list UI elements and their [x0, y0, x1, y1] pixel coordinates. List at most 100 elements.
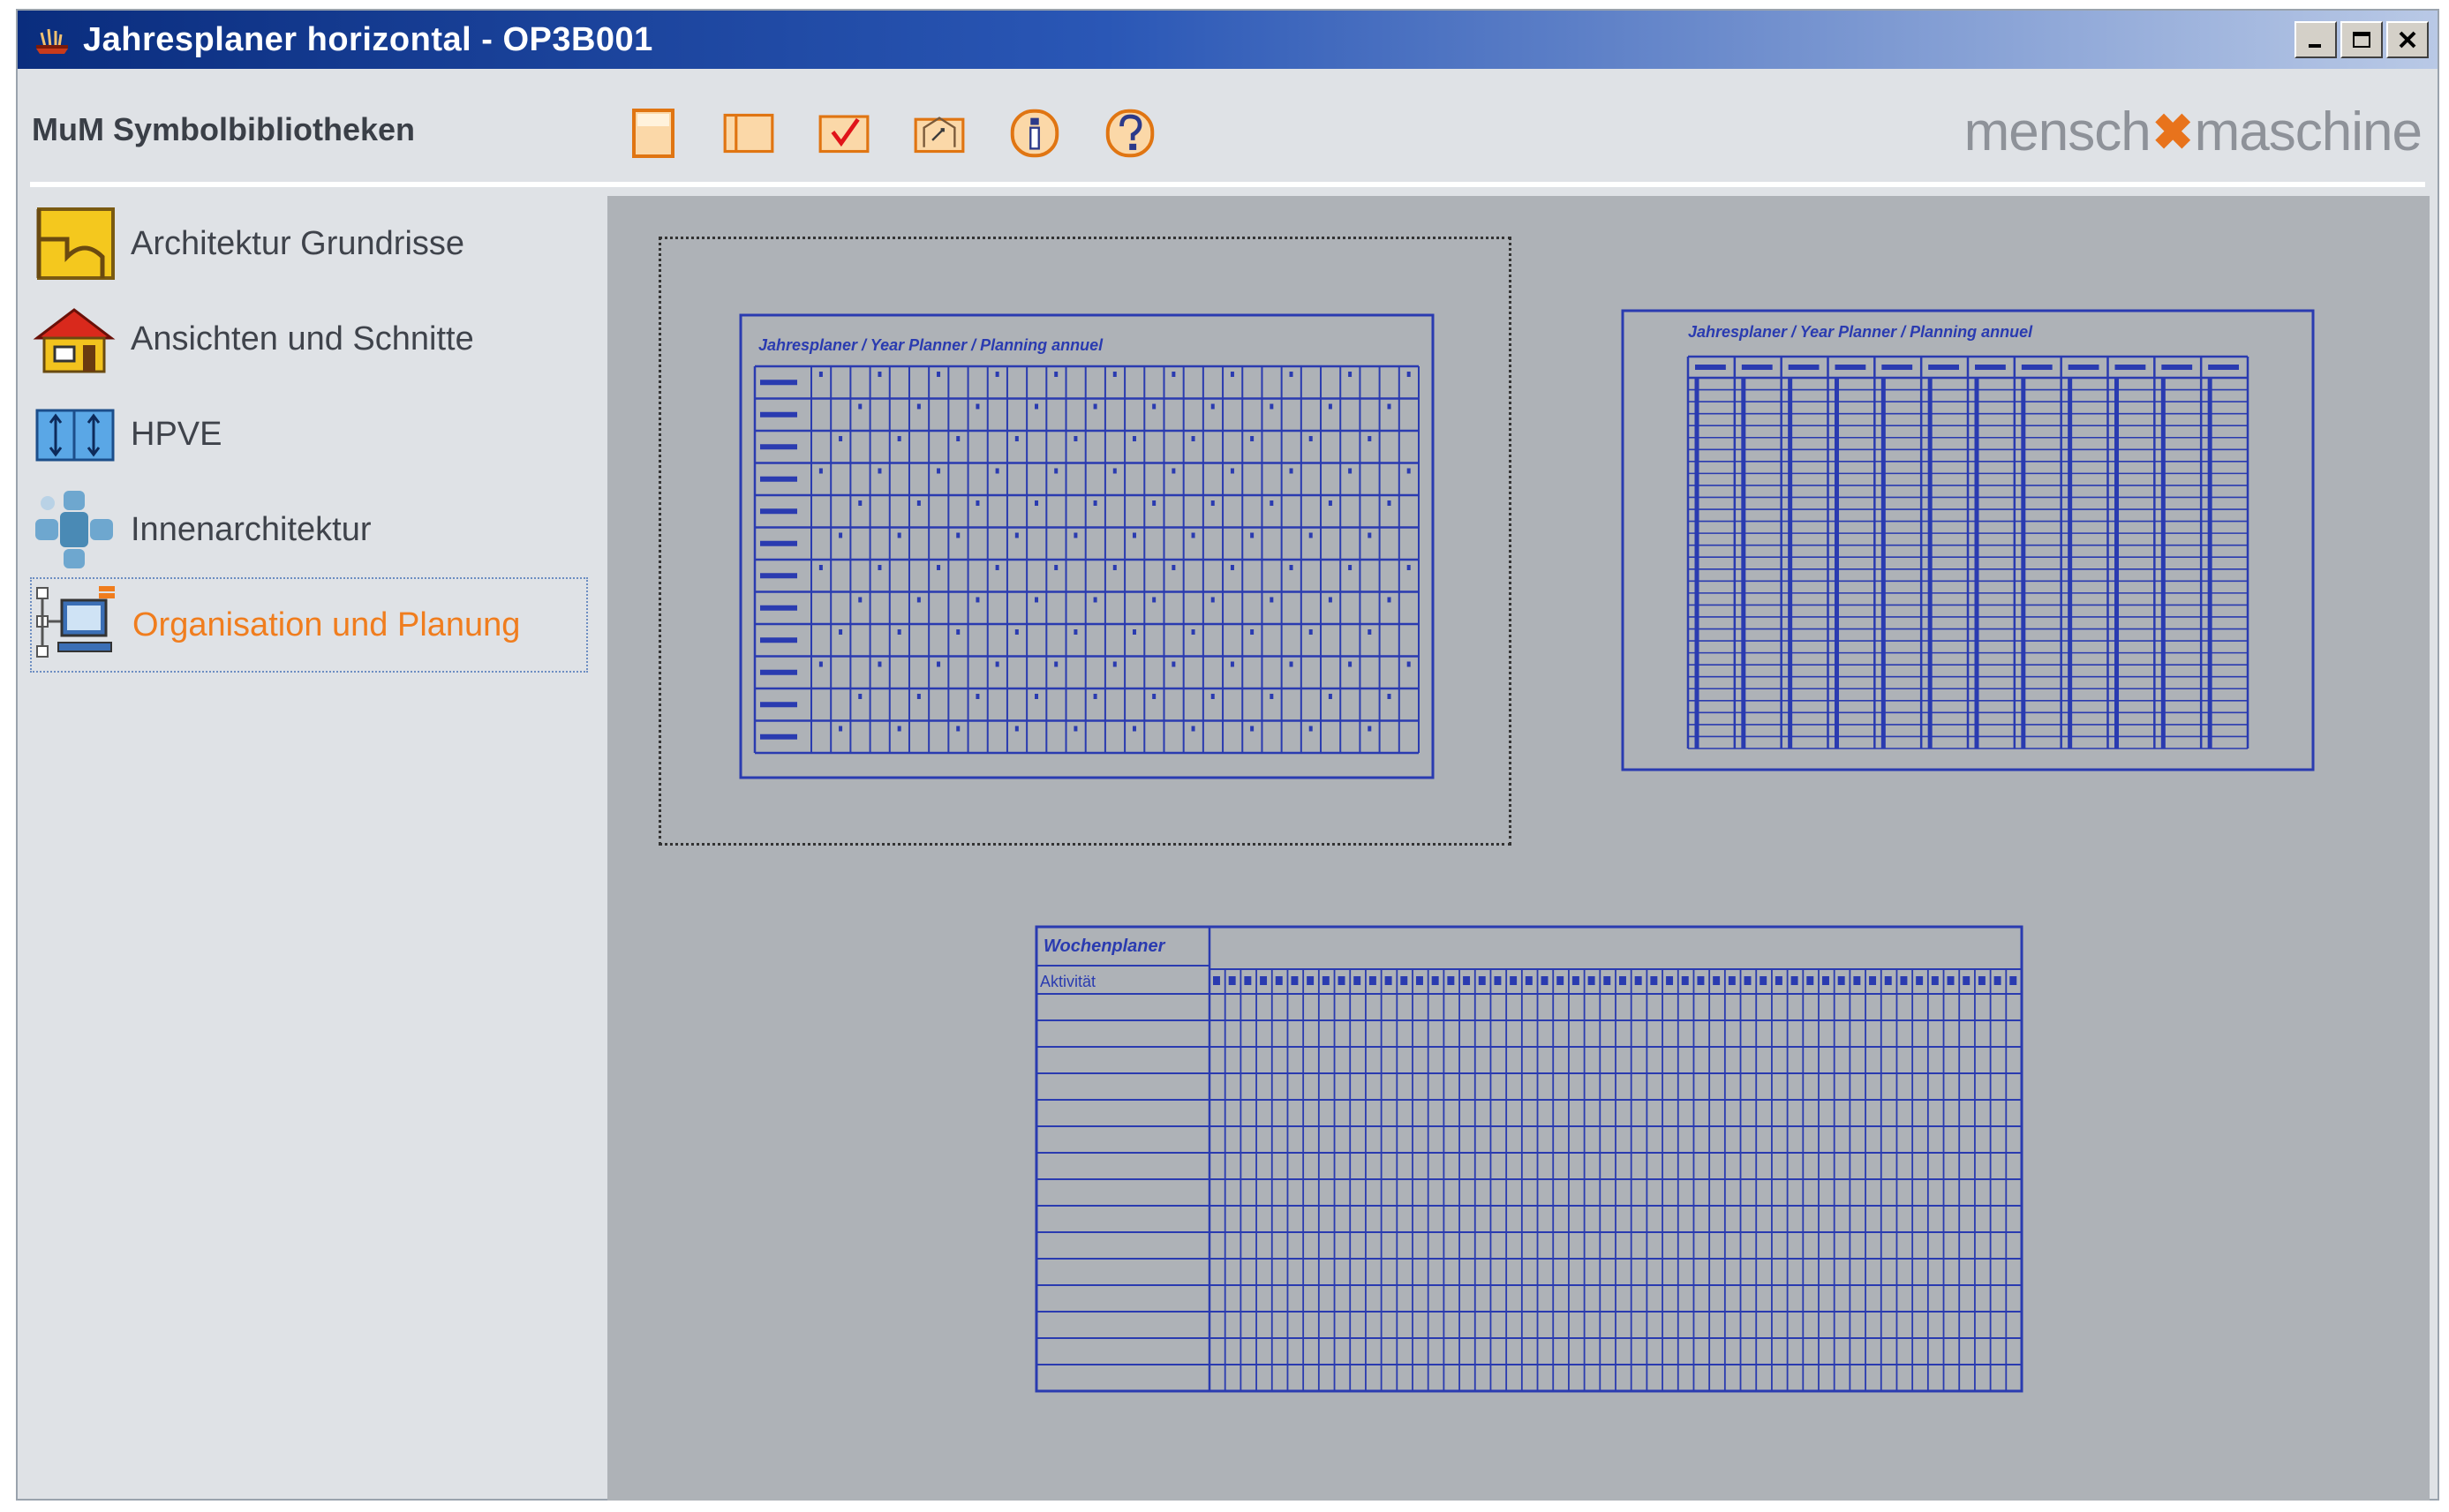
grid-mark: [1054, 372, 1059, 377]
close-button[interactable]: [2386, 21, 2429, 58]
sidebar-item-label: Organisation und Planung: [132, 606, 521, 643]
grid-mark: [937, 565, 941, 570]
grid-mark: [1328, 597, 1332, 603]
grid-mark: [1900, 976, 1908, 985]
grid-mark: [1308, 436, 1313, 441]
symbol-thumbnail-year-planner-vertical[interactable]: Jahresplaner / Year Planner / Planning a…: [1619, 307, 2317, 775]
grid-mark: [1093, 403, 1097, 410]
grid-mark: [2208, 365, 2239, 370]
library-title: MuM Symbolbibliotheken: [32, 111, 416, 147]
grid-mark: [976, 694, 980, 699]
insert-symbol-button[interactable]: [913, 102, 966, 164]
sidebar-item-label: Innenarchitektur: [131, 510, 372, 548]
grid-mark: [760, 573, 797, 579]
grid-mark: [1172, 661, 1176, 667]
sidebar-item-architektur-grundrisse[interactable]: Architektur Grundrisse: [30, 196, 604, 291]
symbol-thumbnail-year-planner-horizontal[interactable]: Jahresplaner / Year Planner / Planning a…: [659, 237, 1511, 846]
toolbar: [627, 102, 1157, 164]
app-window: Jahresplaner horizontal - OP3B001 MuM Sy…: [16, 9, 2439, 1501]
grid-mark: [1328, 500, 1332, 506]
grid-mark: [937, 372, 941, 377]
grid-mark: [1406, 565, 1411, 570]
grid-mark: [1074, 629, 1078, 635]
grid-mark: [1308, 532, 1313, 538]
sidebar-item-hpve[interactable]: HPVE: [30, 387, 604, 482]
sidebar-item-innenarchitektur[interactable]: Innenarchitektur: [30, 482, 604, 577]
grid-mark: [1650, 976, 1658, 985]
grid-mark: [1634, 976, 1642, 985]
grid-mark: [1384, 976, 1392, 985]
thumbnail-title: Jahresplaner / Year Planner / Planning a…: [758, 336, 1104, 354]
grid-mark: [1132, 629, 1136, 635]
grid-mark: [1368, 436, 1372, 441]
grid-mark: [1132, 726, 1136, 732]
grid-mark: [1837, 976, 1845, 985]
grid-mark: [1478, 976, 1486, 985]
grid-mark: [2114, 365, 2146, 370]
grid-mark: [1250, 629, 1255, 635]
sidebar-item-label: HPVE: [131, 415, 222, 453]
grid-mark: [1328, 403, 1332, 410]
grid-mark: [1790, 976, 1798, 985]
grid-mark: [2009, 976, 2017, 985]
grid-mark: [1322, 976, 1330, 985]
grid-mark: [1191, 726, 1195, 732]
sidebar-item-organisation-und-planung[interactable]: Organisation und Planung: [30, 577, 588, 673]
symbol-thumbnail-week-planner[interactable]: Wochenplaner Aktivität: [1033, 923, 2025, 1395]
grid-mark: [1289, 372, 1293, 377]
grid-mark: [760, 669, 797, 675]
grid-mark: [1406, 468, 1411, 474]
grid-mark: [1308, 629, 1313, 635]
maximize-button[interactable]: [2340, 21, 2383, 58]
grid-mark: [1853, 976, 1861, 985]
grid-mark: [1250, 436, 1255, 441]
grid-mark: [1260, 976, 1268, 985]
grid-mark: [1172, 468, 1176, 474]
grid-mark: [1806, 976, 1814, 985]
grid-mark: [1387, 500, 1391, 506]
grid-mark: [1228, 976, 1236, 985]
help-button[interactable]: [1104, 102, 1157, 164]
help-icon: [1105, 109, 1155, 158]
grid-mark: [1074, 726, 1078, 732]
grid-mark: [1308, 726, 1313, 732]
grid-mark: [1014, 726, 1019, 732]
app-icon: [32, 22, 72, 57]
grid-mark: [760, 444, 797, 450]
insert-symbol-icon: [914, 117, 965, 154]
grid-mark: [1074, 532, 1078, 538]
grid-mark: [1788, 365, 1820, 370]
grid-mark: [839, 436, 843, 441]
grid-mark: [1447, 976, 1455, 985]
grid-mark: [818, 372, 823, 377]
grid-mark: [995, 372, 999, 377]
grid-mark: [1210, 500, 1215, 506]
grid-mark: [1400, 976, 1408, 985]
grid-mark: [878, 468, 882, 474]
grid-mark: [1270, 597, 1274, 603]
grid-mark: [1152, 403, 1157, 410]
grid-mark: [1289, 661, 1293, 667]
grid-mark: [760, 733, 797, 740]
info-button[interactable]: [1008, 102, 1061, 164]
title-bar[interactable]: Jahresplaner horizontal - OP3B001: [18, 11, 2438, 69]
grid-mark: [1348, 661, 1353, 667]
double-page-button[interactable]: [722, 102, 775, 164]
house-icon: [30, 299, 118, 379]
sidebar-item-label: Architektur Grundrisse: [131, 224, 465, 262]
grid-mark: [1587, 976, 1595, 985]
check-button[interactable]: [818, 102, 870, 164]
grid-mark: [839, 532, 843, 538]
grid-mark: [1431, 976, 1439, 985]
grid-mark: [858, 500, 863, 506]
single-page-button[interactable]: [627, 102, 680, 164]
grid-mark: [897, 436, 901, 441]
minimize-button[interactable]: [2295, 21, 2337, 58]
grid-mark: [1210, 403, 1215, 410]
sidebar-item-ansichten-und-schnitte[interactable]: Ansichten und Schnitte: [30, 291, 604, 387]
symbol-preview-pane: Jahresplaner / Year Planner / Planning a…: [607, 196, 2430, 1501]
grid-mark: [1368, 629, 1372, 635]
grid-mark: [1760, 976, 1767, 985]
grid-mark: [1270, 694, 1274, 699]
grid-mark: [1191, 436, 1195, 441]
